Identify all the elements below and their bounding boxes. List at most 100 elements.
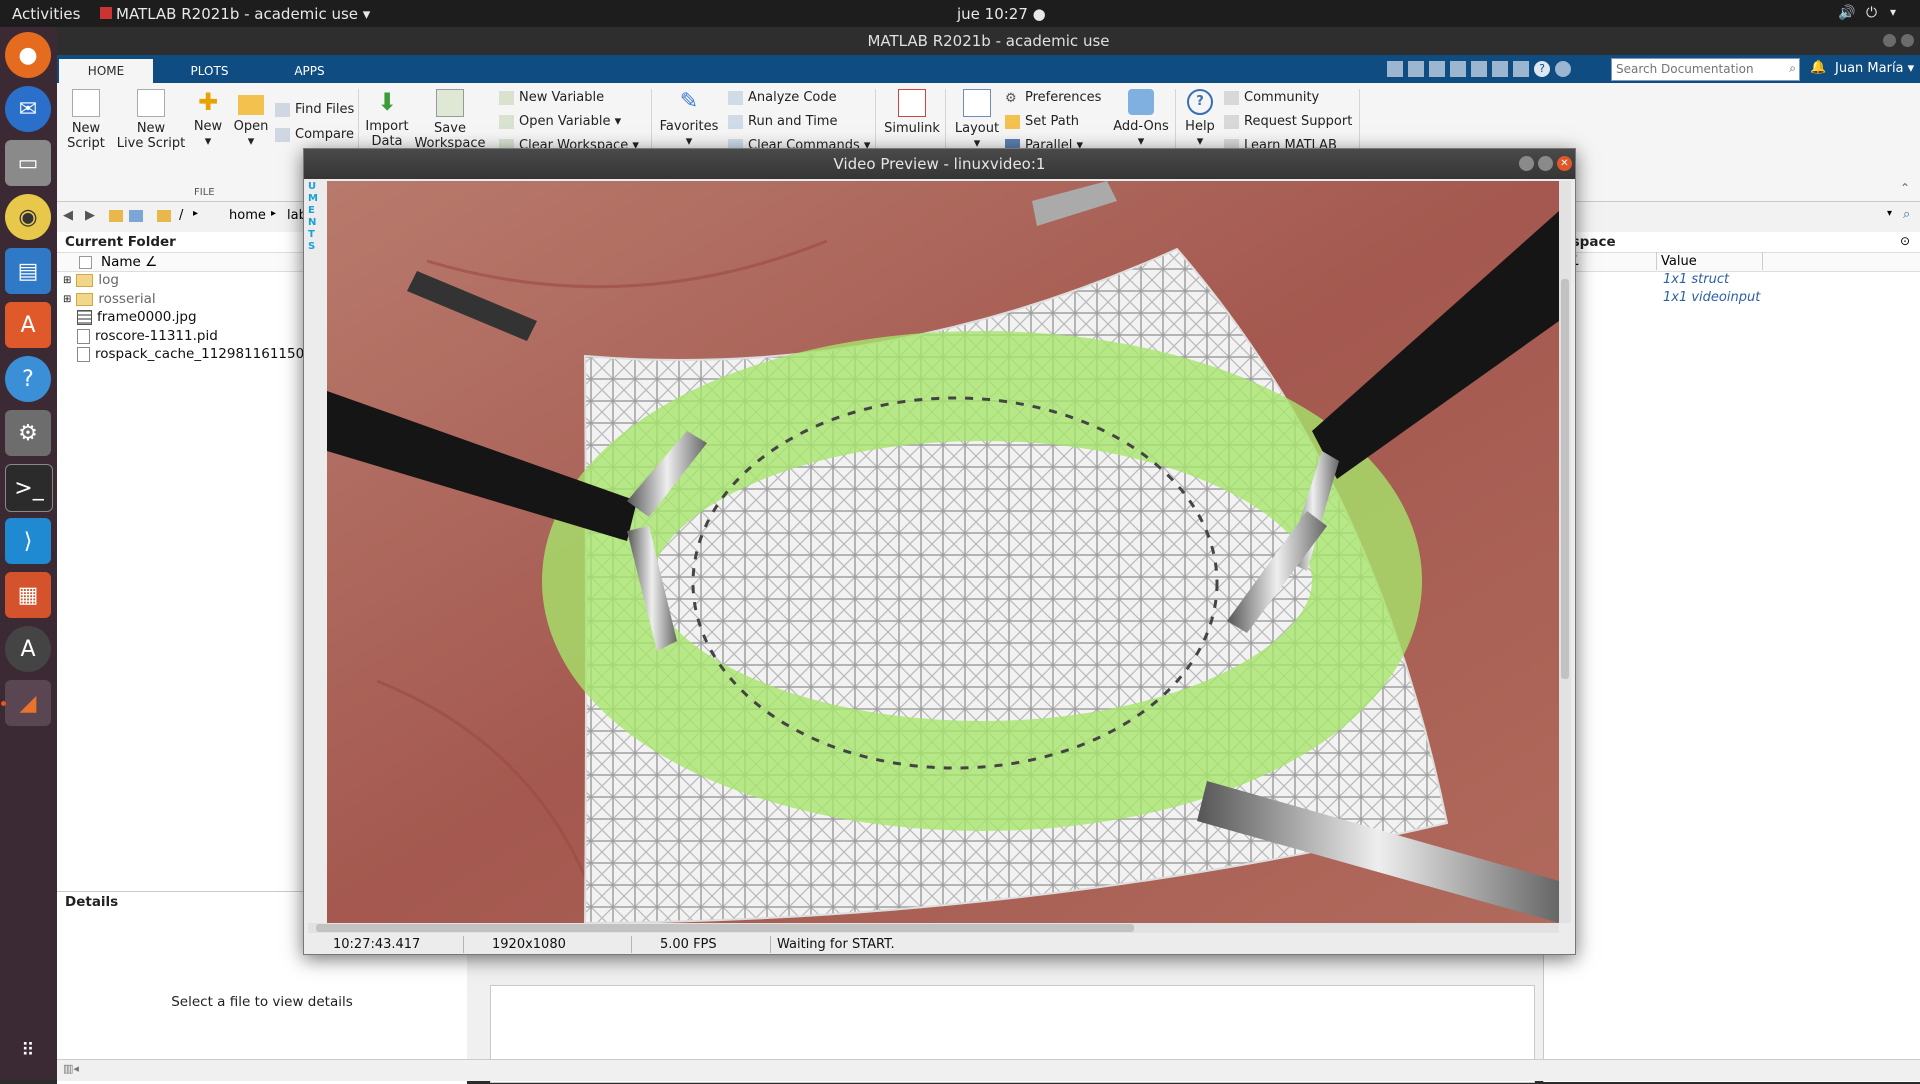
open-variable-button[interactable]: Open Variable ▾ (499, 114, 621, 129)
name-column-header[interactable]: Name ∠ (101, 254, 157, 270)
add-ons-icon (1128, 89, 1154, 115)
redo-icon[interactable] (1492, 61, 1508, 77)
help-circle-icon[interactable]: ? (1534, 61, 1550, 77)
open-button[interactable]: Open ▾ (228, 89, 274, 149)
search-input[interactable] (1612, 59, 1775, 78)
find-files-button[interactable]: Find Files (275, 102, 354, 117)
table-row[interactable]: am 1x1 videoinput (1544, 290, 1920, 308)
terminal-icon[interactable]: >_ (5, 464, 53, 512)
search-icon[interactable]: ⌕ (1789, 61, 1796, 76)
back-arrow-icon[interactable]: ◀ (63, 208, 73, 223)
options-icon[interactable] (1555, 61, 1571, 77)
forward-arrow-icon[interactable]: ▶ (85, 208, 95, 223)
address-search-icon[interactable]: ⌕ (1903, 207, 1910, 222)
writer-icon[interactable]: ▤ (5, 248, 51, 294)
list-item[interactable]: ⊞ log (63, 272, 119, 288)
import-data-button[interactable]: ⬇ Import Data (362, 89, 412, 149)
open-variable-icon (499, 114, 514, 129)
workspace-header-row: e ∠ Value (1544, 252, 1920, 272)
app-menu[interactable]: MATLAB R2021b - academic use ▾ (100, 5, 370, 23)
save-icon[interactable] (1387, 61, 1403, 77)
activities-button[interactable]: Activities (12, 5, 80, 23)
run-and-time-icon (728, 114, 743, 129)
compare-button[interactable]: Compare (275, 127, 354, 142)
save-workspace-button[interactable]: Save Workspace (414, 89, 486, 151)
address-dropdown-icon[interactable]: ▾ (1887, 208, 1892, 219)
collapse-toolstrip-icon[interactable]: ⌃ (1900, 181, 1910, 195)
cut-icon[interactable] (1408, 61, 1424, 77)
files-icon[interactable]: ▭ (5, 140, 51, 186)
tab-plots[interactable]: PLOTS (162, 59, 257, 83)
workspace-options-icon[interactable]: ⊙ (1900, 234, 1910, 248)
power-icon[interactable]: ⏻ (1866, 5, 1877, 21)
request-support-button[interactable]: Request Support (1224, 114, 1352, 129)
list-item[interactable]: rospack_cache_1129811611500 (77, 346, 313, 362)
video-frame (327, 181, 1559, 923)
set-path-button[interactable]: Set Path (1005, 114, 1079, 129)
expand-icon[interactable]: ⊞ (63, 294, 71, 305)
up-folder-icon[interactable] (109, 210, 123, 222)
run-and-time-button[interactable]: Run and Time (728, 114, 837, 129)
impress-icon[interactable]: ▦ (5, 572, 51, 618)
maximize-icon[interactable] (1538, 156, 1553, 171)
settings-icon[interactable]: ⚙ (5, 410, 51, 456)
add-ons-button[interactable]: Add-Ons ▾ (1109, 89, 1173, 149)
vscode-icon[interactable]: ⟩ (5, 518, 51, 564)
help-icon[interactable]: ? (5, 356, 51, 402)
horizontal-scrollbar[interactable] (308, 923, 1559, 933)
expand-icon[interactable]: ⊞ (63, 275, 71, 286)
undo-icon[interactable] (1471, 61, 1487, 77)
favorites-button[interactable]: ✎ Favorites ▾ (657, 89, 721, 149)
new-button[interactable]: ✚ New ▾ (185, 89, 231, 149)
copy-icon[interactable] (1429, 61, 1445, 77)
tab-home[interactable]: HOME (59, 59, 153, 83)
details-title: Details (65, 894, 119, 910)
tab-apps[interactable]: APPS (262, 59, 357, 83)
paste-icon[interactable] (1450, 61, 1466, 77)
analyze-code-button[interactable]: Analyze Code (728, 90, 837, 105)
software-center-icon[interactable]: A (5, 302, 51, 348)
new-script-button[interactable]: New Script (61, 89, 111, 151)
account-menu[interactable]: Juan María ▾ (1835, 61, 1914, 76)
close-icon[interactable]: ✕ (1557, 156, 1572, 171)
table-row[interactable]: ns 1x1 struct (1544, 272, 1920, 290)
community-button[interactable]: Community (1224, 90, 1319, 105)
browse-folder-icon[interactable] (129, 210, 143, 222)
scrollbar-thumb[interactable] (316, 924, 1134, 932)
new-live-script-button[interactable]: New Live Script (113, 89, 189, 151)
value-column-header[interactable]: Value (1661, 254, 1697, 269)
help-button[interactable]: ? Help ▾ (1177, 89, 1223, 149)
maximize-icon[interactable] (1901, 34, 1914, 47)
system-menu-chevron-icon[interactable]: ▾ (1890, 5, 1896, 19)
folder-icon (76, 292, 94, 306)
firefox-icon[interactable]: ● (5, 32, 51, 78)
clock[interactable]: jue 10:27 ● (957, 5, 1046, 23)
rhythmbox-icon[interactable]: ◉ (5, 194, 51, 240)
matlab-icon[interactable]: ◢ (5, 680, 51, 726)
variable-value: 1x1 videoinput (1663, 290, 1761, 305)
preferences-button[interactable]: ⚙ Preferences (1005, 90, 1101, 106)
breadcrumb-home[interactable]: home (229, 208, 266, 223)
thunderbird-icon[interactable]: ✉ (5, 86, 51, 132)
notifications-bell-icon[interactable]: 🔔 (1810, 60, 1826, 75)
new-variable-button[interactable]: New Variable (499, 90, 604, 105)
minimize-icon[interactable] (1883, 34, 1896, 47)
scrollbar-thumb[interactable] (1561, 279, 1569, 679)
switch-windows-icon[interactable] (1513, 61, 1529, 77)
simulink-button[interactable]: Simulink (879, 89, 945, 136)
video-preview-title[interactable]: Video Preview - linuxvideo:1 (304, 149, 1575, 179)
breadcrumb-chevron-icon: ▸ (193, 208, 199, 219)
column-divider (1656, 252, 1657, 270)
list-item[interactable]: roscore-11311.pid (77, 328, 218, 344)
show-apps-icon[interactable]: ⠿ (5, 1027, 51, 1073)
path-root[interactable]: / (179, 208, 183, 223)
updater-icon[interactable]: A (5, 626, 51, 672)
layout-button[interactable]: Layout ▾ (949, 89, 1005, 151)
list-item[interactable]: frame0000.jpg (77, 309, 197, 325)
minimize-icon[interactable] (1519, 156, 1534, 171)
column-divider (1762, 252, 1763, 270)
search-documentation[interactable]: ⌕ (1611, 58, 1800, 81)
list-item[interactable]: ⊞ rosserial (63, 291, 156, 307)
vertical-scrollbar[interactable] (1559, 181, 1571, 923)
volume-icon[interactable]: 🔊 (1838, 5, 1855, 21)
